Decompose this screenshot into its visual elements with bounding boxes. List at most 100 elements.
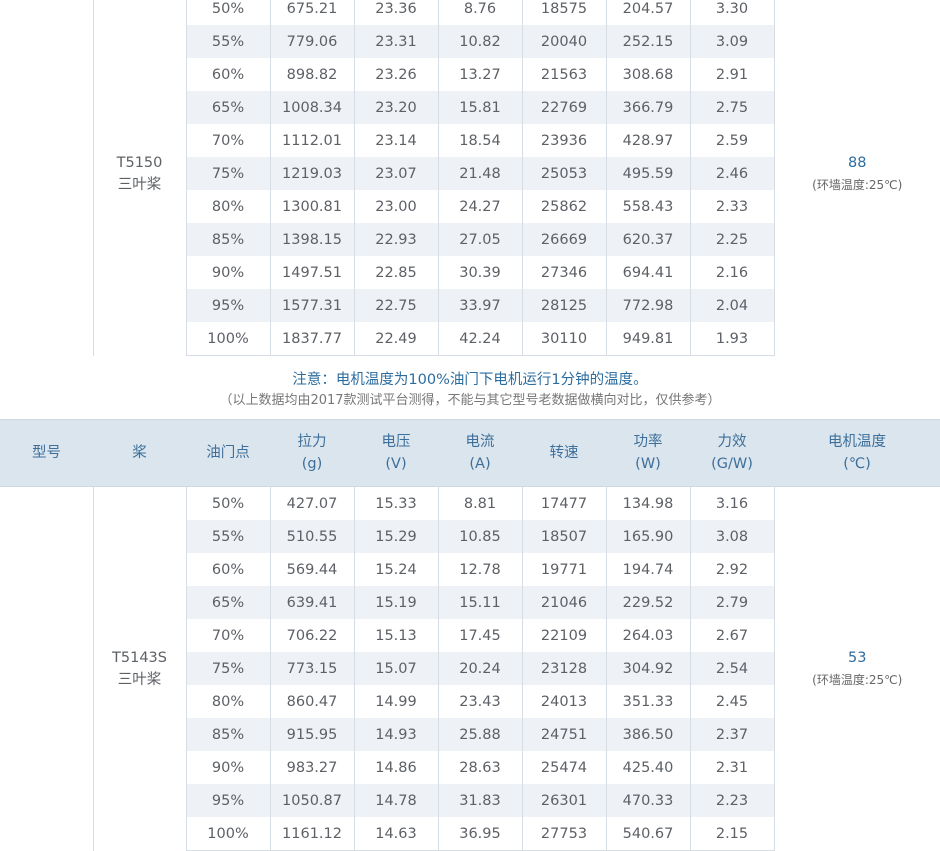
table-cell: 23.43	[437, 685, 523, 718]
table-cell: 194.74	[605, 553, 691, 586]
table-cell: 95%	[185, 289, 271, 322]
note-line-2: （以上数据均由2017款测试平台测得，不能与其它型号老数据做横向对比，仅供参考）	[219, 393, 721, 408]
table-cell: 85%	[185, 718, 271, 751]
table-cell: 25474	[521, 751, 607, 784]
model-cell-empty	[0, 487, 94, 851]
table-cell: 1398.15	[269, 223, 355, 256]
table-cell: 3.08	[689, 520, 775, 553]
table-cell: 65%	[185, 586, 271, 619]
table-cell: 24.27	[437, 190, 523, 223]
model-prop-cell: T5143S 三叶桨	[92, 487, 187, 851]
table-cell: 540.67	[605, 817, 691, 851]
table-cell: 14.78	[353, 784, 439, 817]
ambient-temp-note: (环墙温度:25℃)	[812, 672, 903, 687]
table-cell: 22109	[521, 619, 607, 652]
motor-temp-cell: 53 (环墙温度:25℃)	[773, 487, 940, 851]
note-line-1: 注意：电机温度为100%油门下电机运行1分钟的温度。	[292, 372, 648, 388]
model-name: T5150	[116, 154, 163, 171]
table-cell: 8.76	[437, 0, 523, 25]
table-cell: 1577.31	[269, 289, 355, 322]
header-thrust: 拉力 (g)	[270, 420, 354, 487]
table-cell: 264.03	[605, 619, 691, 652]
table-cell: 2.15	[689, 817, 775, 851]
header-rpm: 转速	[522, 420, 606, 487]
table-cell: 3.16	[689, 487, 775, 520]
table-cell: 2.31	[689, 751, 775, 784]
motor-temp-cell: 88 (环墙温度:25℃)	[773, 0, 940, 356]
table-cell: 1219.03	[269, 157, 355, 190]
header-current: 电流 (A)	[438, 420, 522, 487]
header-voltage: 电压 (V)	[354, 420, 438, 487]
table-cell: 20040	[521, 25, 607, 58]
table-cell: 23.36	[353, 0, 439, 25]
table-cell: 1008.34	[269, 91, 355, 124]
table-cell: 983.27	[269, 751, 355, 784]
table-cell: 95%	[185, 784, 271, 817]
table-cell: 14.93	[353, 718, 439, 751]
table-row: T5143S 三叶桨 50% 427.07 15.33 8.81 17477 134.98 3.…	[0, 487, 940, 851]
table-cell: 100%	[185, 322, 271, 356]
table-cell: 3.09	[689, 25, 775, 58]
table-cell: 15.07	[353, 652, 439, 685]
model-name: T5143S	[112, 649, 167, 666]
table-cell: 75%	[185, 652, 271, 685]
table-cell: 2.59	[689, 124, 775, 157]
data-table-t5150: T5150 三叶桨 50% 675.21 23.36 8.76 18575 204.57 3.3…	[0, 0, 940, 356]
table-cell: 26669	[521, 223, 607, 256]
table-cell: 510.55	[269, 520, 355, 553]
table-cell: 639.41	[269, 586, 355, 619]
table-cell: 10.85	[437, 520, 523, 553]
table-cell: 773.15	[269, 652, 355, 685]
table-cell: 2.33	[689, 190, 775, 223]
table-cell: 28.63	[437, 751, 523, 784]
table-cell: 27346	[521, 256, 607, 289]
data-table-t5143s: T5143S 三叶桨 50% 427.07 15.33 8.81 17477 134.98 3.…	[0, 487, 940, 851]
table-cell: 10.82	[437, 25, 523, 58]
table-cell: 2.23	[689, 784, 775, 817]
table-cell: 31.83	[437, 784, 523, 817]
table-cell: 23.31	[353, 25, 439, 58]
table-cell: 706.22	[269, 619, 355, 652]
table-cell: 100%	[185, 817, 271, 851]
table-cell: 90%	[185, 256, 271, 289]
table-cell: 25862	[521, 190, 607, 223]
table-cell: 85%	[185, 223, 271, 256]
table-cell: 495.59	[605, 157, 691, 190]
table-cell: 55%	[185, 520, 271, 553]
table-cell: 860.47	[269, 685, 355, 718]
table-cell: 15.11	[437, 586, 523, 619]
table-cell: 15.29	[353, 520, 439, 553]
table-cell: 15.33	[353, 487, 439, 520]
table-cell: 80%	[185, 685, 271, 718]
table-cell: 1112.01	[269, 124, 355, 157]
table-cell: 75%	[185, 157, 271, 190]
table-cell: 772.98	[605, 289, 691, 322]
table-cell: 14.99	[353, 685, 439, 718]
table-cell: 27753	[521, 817, 607, 851]
table-cell: 23128	[521, 652, 607, 685]
table-cell: 366.79	[605, 91, 691, 124]
ambient-temp-note: (环墙温度:25℃)	[812, 177, 903, 192]
table-cell: 12.78	[437, 553, 523, 586]
table-cell: 70%	[185, 124, 271, 157]
table-cell: 1300.81	[269, 190, 355, 223]
table-cell: 30.39	[437, 256, 523, 289]
table-cell: 425.40	[605, 751, 691, 784]
table-cell: 23.07	[353, 157, 439, 190]
table-cell: 2.79	[689, 586, 775, 619]
header-power: 功率 (W)	[606, 420, 690, 487]
table-cell: 252.15	[605, 25, 691, 58]
table-cell: 428.97	[605, 124, 691, 157]
table-cell: 18.54	[437, 124, 523, 157]
table-cell: 17477	[521, 487, 607, 520]
prop-name: 三叶桨	[117, 176, 162, 193]
table-cell: 23.20	[353, 91, 439, 124]
table-cell: 17.45	[437, 619, 523, 652]
table-cell: 351.33	[605, 685, 691, 718]
table-cell: 569.44	[269, 553, 355, 586]
table-cell: 22.85	[353, 256, 439, 289]
table-cell: 19771	[521, 553, 607, 586]
table-cell: 22.75	[353, 289, 439, 322]
table-cell: 2.75	[689, 91, 775, 124]
table-cell: 14.63	[353, 817, 439, 851]
